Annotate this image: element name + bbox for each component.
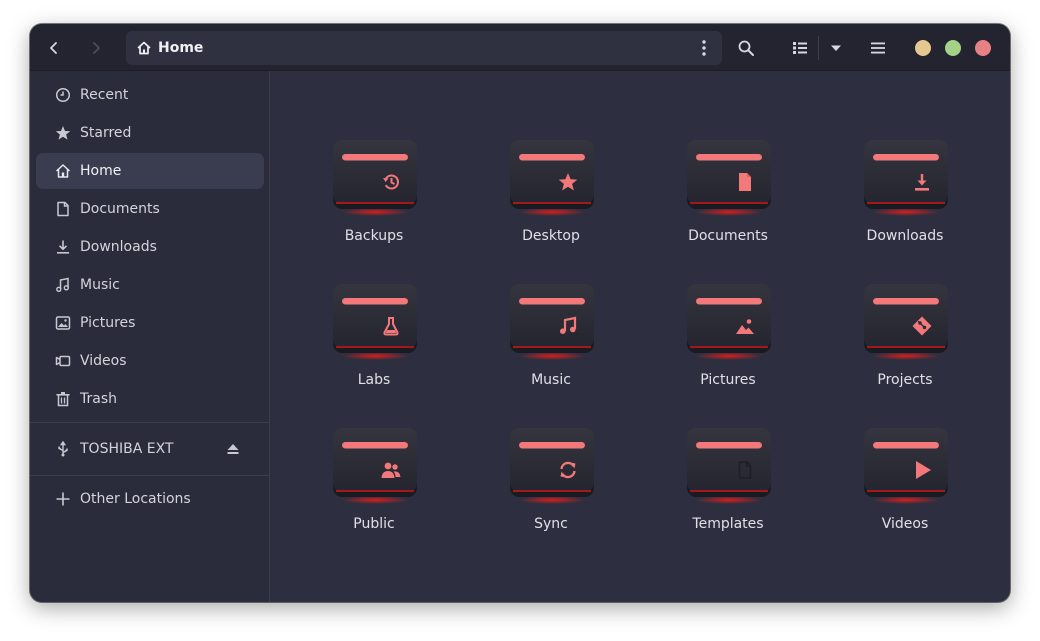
view-mode-button[interactable]	[784, 32, 816, 64]
sidebar-item-label: Starred	[80, 125, 132, 141]
sidebar-item-label: Home	[80, 163, 122, 179]
sidebar-item-label: Trash	[80, 391, 117, 407]
folder-backups[interactable]: Backups	[299, 140, 449, 270]
minimize-button[interactable]	[915, 40, 931, 56]
sidebar-item-label: Other Locations	[80, 491, 191, 507]
template-folder-icon	[686, 428, 772, 506]
sidebar: Recent Starred Home Documents Downloads	[30, 71, 270, 602]
eject-icon[interactable]	[226, 441, 240, 460]
download-folder-icon	[863, 140, 949, 218]
folder-label: Videos	[881, 516, 929, 532]
back-button[interactable]	[38, 32, 70, 64]
header-bar: Home	[30, 24, 1010, 71]
path-bar[interactable]: Home	[126, 31, 722, 65]
folder-desktop[interactable]: Desktop	[476, 140, 626, 270]
trash-icon	[55, 391, 71, 407]
picture-folder-icon	[686, 284, 772, 362]
folder-grid: Backups Desktop Documents Downloads Labs…	[271, 71, 1010, 602]
vertical-dots-icon[interactable]	[696, 39, 712, 61]
folder-label: Music	[531, 372, 571, 388]
folder-templates[interactable]: Templates	[653, 428, 803, 558]
document-folder-icon	[686, 140, 772, 218]
sidebar-item-label: Pictures	[80, 315, 136, 331]
folder-sync[interactable]: Sync	[476, 428, 626, 558]
folder-projects[interactable]: Projects	[830, 284, 980, 414]
star-folder-icon	[509, 140, 595, 218]
chevron-right-icon	[88, 40, 104, 56]
folder-label: Backups	[344, 228, 404, 244]
sidebar-item-label: Documents	[80, 201, 160, 217]
search-button[interactable]	[730, 32, 762, 64]
sidebar-item-other-locations[interactable]: Other Locations	[36, 481, 264, 517]
sidebar-item-home[interactable]: Home	[36, 153, 264, 189]
folder-documents[interactable]: Documents	[653, 140, 803, 270]
folder-label: Public	[353, 516, 395, 532]
people-folder-icon	[332, 428, 418, 506]
caret-down-icon	[829, 41, 843, 55]
home-icon	[55, 163, 71, 179]
folder-label: Projects	[877, 372, 933, 388]
play-folder-icon	[863, 428, 949, 506]
sidebar-item-label: Videos	[80, 353, 127, 369]
folder-label: Templates	[692, 516, 764, 532]
plus-icon	[55, 491, 71, 507]
sidebar-divider	[30, 475, 270, 476]
file-manager-window: Home Recent Starred Home Documents Downl…	[30, 24, 1010, 602]
folder-public[interactable]: Public	[299, 428, 449, 558]
close-button[interactable]	[975, 40, 991, 56]
list-view-icon	[792, 40, 808, 56]
clock-icon	[55, 87, 71, 103]
star-icon	[55, 125, 71, 141]
folder-music[interactable]: Music	[476, 284, 626, 414]
video-camera-icon	[55, 353, 71, 369]
sidebar-item-label: Recent	[80, 87, 129, 103]
hamburger-icon	[870, 40, 886, 56]
folder-label: Documents	[688, 228, 768, 244]
sidebar-item-label: Music	[80, 277, 120, 293]
view-options-dropdown[interactable]	[820, 32, 852, 64]
history-folder-icon	[332, 140, 418, 218]
search-icon	[737, 39, 755, 57]
sidebar-item-music[interactable]: Music	[36, 267, 264, 303]
folder-labs[interactable]: Labs	[299, 284, 449, 414]
git-folder-icon	[863, 284, 949, 362]
folder-label: Pictures	[700, 372, 756, 388]
path-current-label[interactable]: Home	[158, 40, 203, 56]
sidebar-item-label: Downloads	[80, 239, 157, 255]
folder-videos[interactable]: Videos	[830, 428, 980, 558]
picture-icon	[55, 315, 71, 331]
sidebar-item-documents[interactable]: Documents	[36, 191, 264, 227]
forward-button[interactable]	[80, 32, 112, 64]
sidebar-device-toshiba[interactable]: TOSHIBA EXT	[36, 431, 264, 467]
download-icon	[55, 239, 71, 255]
folder-label: Sync	[534, 516, 568, 532]
chevron-left-icon	[46, 40, 62, 56]
folder-label: Downloads	[866, 228, 944, 244]
usb-icon	[55, 440, 71, 457]
folder-downloads[interactable]: Downloads	[830, 140, 980, 270]
sidebar-item-starred[interactable]: Starred	[36, 115, 264, 151]
folder-label: Labs	[357, 372, 391, 388]
music-folder-icon	[509, 284, 595, 362]
header-separator	[818, 36, 819, 60]
music-icon	[55, 277, 71, 293]
sidebar-item-trash[interactable]: Trash	[36, 381, 264, 417]
flask-folder-icon	[332, 284, 418, 362]
folder-pictures[interactable]: Pictures	[653, 284, 803, 414]
home-icon	[136, 40, 152, 60]
sidebar-item-label: TOSHIBA EXT	[80, 441, 174, 457]
sync-folder-icon	[509, 428, 595, 506]
sidebar-item-pictures[interactable]: Pictures	[36, 305, 264, 341]
sidebar-divider	[30, 422, 270, 423]
sidebar-item-downloads[interactable]: Downloads	[36, 229, 264, 265]
sidebar-item-videos[interactable]: Videos	[36, 343, 264, 379]
document-icon	[55, 201, 71, 217]
main-menu-button[interactable]	[862, 32, 894, 64]
maximize-button[interactable]	[945, 40, 961, 56]
sidebar-item-recent[interactable]: Recent	[36, 77, 264, 113]
folder-label: Desktop	[522, 228, 580, 244]
